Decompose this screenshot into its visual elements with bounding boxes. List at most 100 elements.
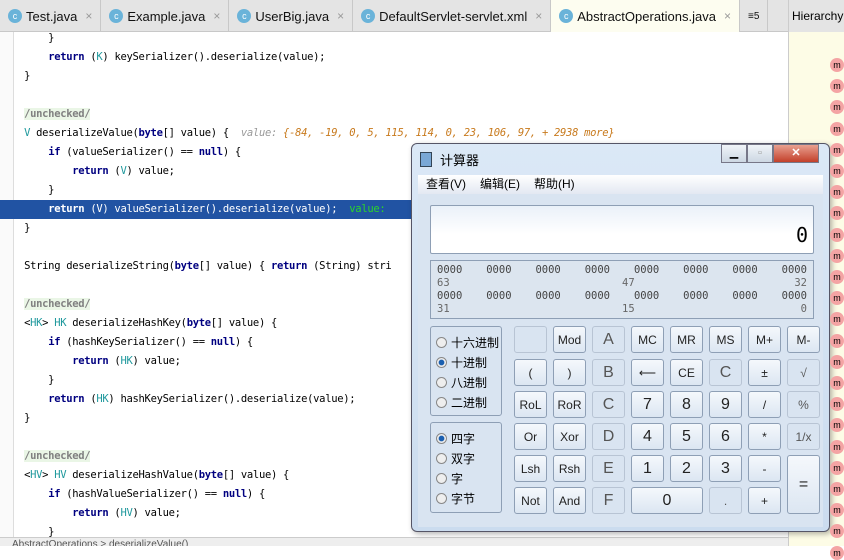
method-icon[interactable]: m: [830, 164, 844, 178]
bit-group: 0000: [683, 264, 709, 276]
radio-word-1[interactable]: 双字: [436, 448, 501, 468]
tab-defaultservlet-servlet-xml[interactable]: c DefaultServlet-servlet.xml ×: [353, 0, 552, 32]
code-token: }: [0, 184, 55, 196]
radio-base-3[interactable]: 二进制: [436, 392, 501, 412]
calc-button-MC[interactable]: MC: [631, 326, 664, 353]
calc-button-√[interactable]: √: [787, 359, 820, 386]
calc-button-D[interactable]: D: [592, 423, 625, 450]
code-token: ) hashKeySerializer().deserialize(value)…: [108, 393, 356, 405]
calc-button-3[interactable]: 3: [709, 455, 742, 482]
calc-button-9[interactable]: 9: [709, 391, 742, 418]
radio-circle-icon: [436, 452, 447, 464]
tab-userbig-java[interactable]: c UserBig.java ×: [229, 0, 354, 32]
calc-button-.[interactable]: .: [709, 487, 742, 514]
radio-word-2[interactable]: 字: [436, 468, 501, 488]
calc-button-*[interactable]: *: [748, 423, 781, 450]
method-icon[interactable]: m: [830, 248, 844, 263]
menu-item[interactable]: 帮助(H): [534, 175, 575, 194]
calc-button-5[interactable]: 5: [670, 423, 703, 450]
close-tab-icon[interactable]: ×: [724, 9, 731, 23]
method-icon[interactable]: m: [830, 58, 844, 72]
method-icon[interactable]: m: [830, 376, 844, 390]
calc-button-E[interactable]: E: [592, 455, 625, 482]
calc-button-M+[interactable]: M+: [748, 326, 781, 353]
calc-button-CE[interactable]: CE: [670, 359, 703, 386]
calc-button-=[interactable]: =: [787, 455, 820, 514]
tab-abstractoperations-java[interactable]: c AbstractOperations.java ×: [551, 0, 740, 32]
calc-button-blank[interactable]: [514, 326, 547, 353]
calc-button-2[interactable]: 2: [670, 455, 703, 482]
calc-button-And[interactable]: And: [553, 487, 586, 514]
minimize-button[interactable]: ▁: [721, 144, 747, 163]
tab-overflow-button[interactable]: ≡5: [740, 0, 769, 32]
calc-button-RoR[interactable]: RoR: [553, 391, 586, 418]
method-icon[interactable]: m: [830, 333, 844, 348]
close-tab-icon[interactable]: ×: [85, 9, 92, 23]
calc-button-F[interactable]: F: [592, 487, 625, 514]
code-token: ) value;: [132, 355, 181, 367]
method-icon[interactable]: m: [830, 482, 844, 496]
close-tab-icon[interactable]: ×: [337, 9, 344, 23]
calc-button-)[interactable]: ): [553, 359, 586, 386]
calc-button-C[interactable]: C: [709, 359, 742, 386]
calc-button-⟵[interactable]: ⟵: [631, 359, 664, 386]
number-base-group: 十六进制 十进制 八进制 二进制: [430, 326, 502, 416]
code-token: ) {: [246, 488, 265, 500]
code-token: value:: [240, 127, 284, 139]
radio-word-0[interactable]: 四字: [436, 428, 501, 448]
method-icon[interactable]: m: [830, 121, 844, 136]
tab-example-java[interactable]: c Example.java ×: [101, 0, 230, 32]
calc-button-1[interactable]: 1: [631, 455, 664, 482]
method-icon[interactable]: m: [830, 270, 844, 284]
code-line: }: [0, 29, 786, 48]
calc-button-Rsh[interactable]: Rsh: [553, 455, 586, 482]
method-icon[interactable]: m: [830, 439, 844, 454]
close-tab-icon[interactable]: ×: [535, 9, 542, 23]
calc-button-4[interactable]: 4: [631, 423, 664, 450]
calc-button-7[interactable]: 7: [631, 391, 664, 418]
calc-button-B[interactable]: B: [592, 359, 625, 386]
method-icon[interactable]: m: [830, 354, 844, 369]
menu-item[interactable]: 编辑(E): [480, 175, 520, 194]
calc-button-/[interactable]: /: [748, 391, 781, 418]
tab-test-java[interactable]: c Test.java ×: [0, 0, 102, 32]
menu-item[interactable]: 查看(V): [426, 175, 466, 194]
method-icon[interactable]: m: [830, 142, 844, 157]
calc-button-RoL[interactable]: RoL: [514, 391, 547, 418]
radio-base-0[interactable]: 十六进制: [436, 332, 501, 352]
calc-button-A[interactable]: A: [592, 326, 625, 353]
calc-button-C[interactable]: C: [592, 391, 625, 418]
calc-button-6[interactable]: 6: [709, 423, 742, 450]
calc-button-0[interactable]: 0: [631, 487, 703, 514]
close-button[interactable]: ✕: [773, 144, 819, 163]
calc-button-+[interactable]: +: [748, 487, 781, 514]
calc-button-MS[interactable]: MS: [709, 326, 742, 353]
maximize-button[interactable]: ▫: [747, 144, 773, 163]
calc-button-Lsh[interactable]: Lsh: [514, 455, 547, 482]
radio-base-2[interactable]: 八进制: [436, 372, 501, 392]
calc-button-8[interactable]: 8: [670, 391, 703, 418]
method-icon[interactable]: m: [830, 227, 844, 242]
class-file-icon: c: [109, 9, 124, 23]
calc-button-Mod[interactable]: Mod: [553, 326, 586, 353]
method-icon[interactable]: m: [830, 545, 844, 560]
calc-button-MR[interactable]: MR: [670, 326, 703, 353]
radio-base-1[interactable]: 十进制: [436, 352, 501, 372]
radio-word-3[interactable]: 字节: [436, 488, 501, 508]
calc-button--[interactable]: -: [748, 455, 781, 482]
calc-button-Not[interactable]: Not: [514, 487, 547, 514]
editor-tabs: c Test.java × c Example.java × c UserBig.java × c…: [0, 0, 788, 32]
method-icon[interactable]: m: [830, 460, 844, 475]
calc-button-1/x[interactable]: 1/x: [787, 423, 820, 450]
close-tab-icon[interactable]: ×: [213, 9, 220, 23]
calc-button-M-[interactable]: M-: [787, 326, 820, 353]
calc-button-Xor[interactable]: Xor: [553, 423, 586, 450]
calc-button-Or[interactable]: Or: [514, 423, 547, 450]
calc-button-([interactable]: (: [514, 359, 547, 386]
hierarchy-title[interactable]: Hierarchy: [789, 0, 844, 32]
calc-button-%[interactable]: %: [787, 391, 820, 418]
calc-button-±[interactable]: ±: [748, 359, 781, 386]
